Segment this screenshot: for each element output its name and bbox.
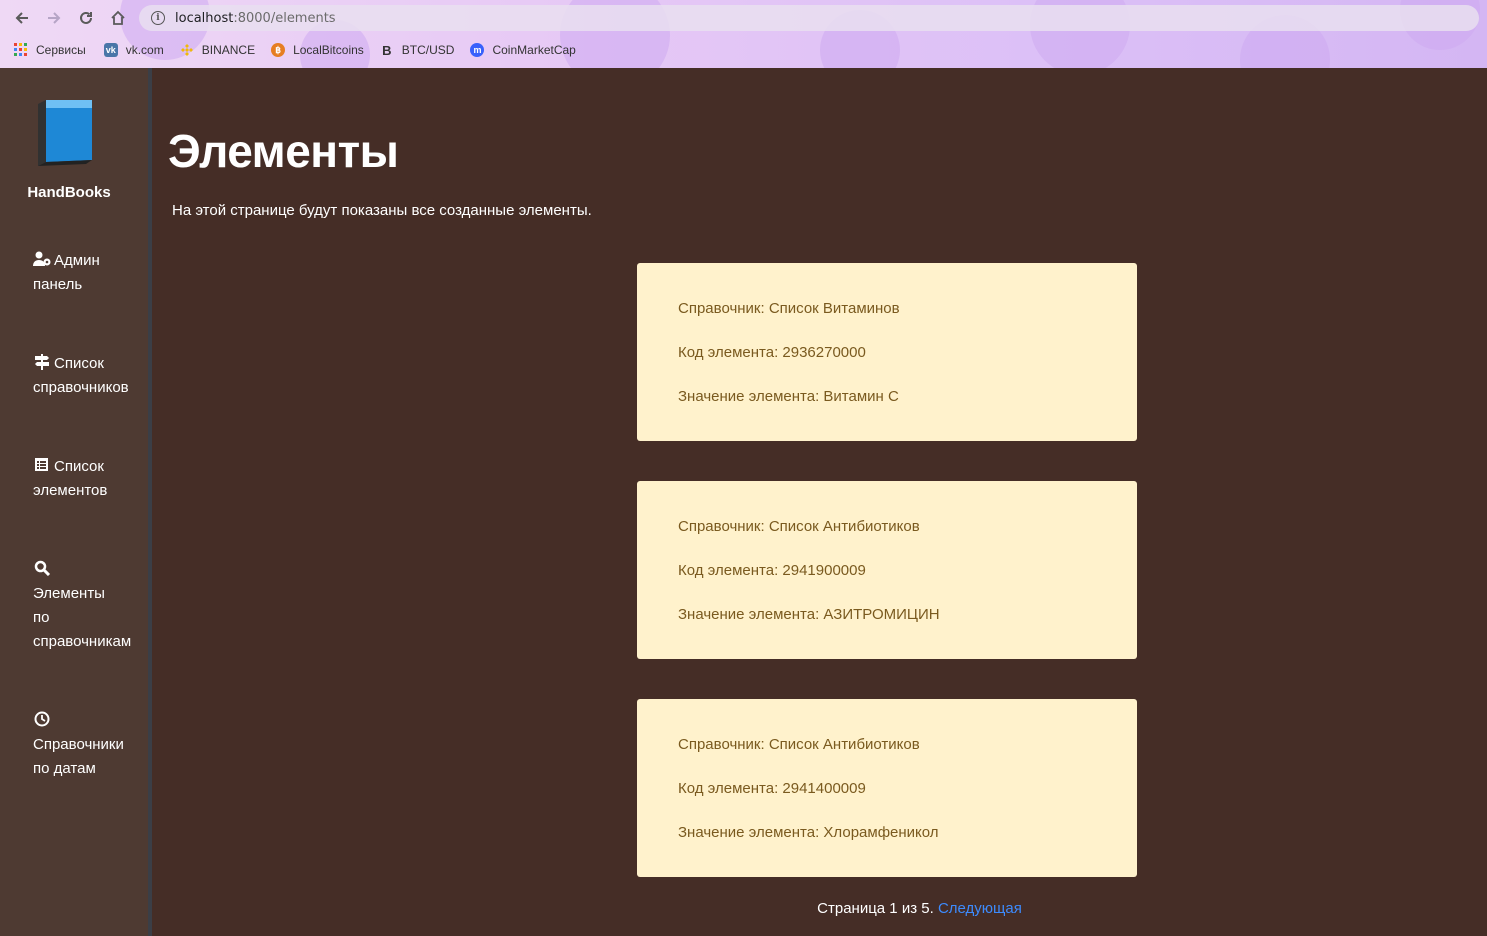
sidebar-item-label: Справочники bbox=[33, 736, 124, 753]
card-code: Код элемента: 2941400009 bbox=[678, 780, 866, 797]
info-icon[interactable]: i bbox=[151, 11, 165, 25]
card-handbook: Справочник: Список Витаминов bbox=[678, 300, 900, 317]
binance-icon bbox=[180, 43, 194, 57]
back-arrow-icon[interactable] bbox=[10, 6, 34, 30]
address-bar[interactable]: i localhost:8000/elements bbox=[139, 5, 1479, 31]
pagination: Страница 1 из 5. Следующая bbox=[152, 900, 1487, 917]
bookmark-label: CoinMarketCap bbox=[492, 43, 576, 57]
element-card: Справочник: Список Антибиотиков Код элем… bbox=[637, 481, 1137, 659]
sidebar-item-label: элементов bbox=[33, 482, 108, 499]
pagination-status: Страница 1 из 5. bbox=[817, 900, 934, 917]
card-code: Код элемента: 2941900009 bbox=[678, 562, 866, 579]
bookmark-label: LocalBitcoins bbox=[293, 43, 364, 57]
home-icon[interactable] bbox=[106, 6, 130, 30]
bookmark-localbitcoins[interactable]: ฿ LocalBitcoins bbox=[271, 43, 364, 57]
apps-grid-icon bbox=[14, 43, 28, 57]
list-alt-icon bbox=[35, 458, 48, 471]
sidebar-item-label: панель bbox=[33, 276, 83, 293]
bookmark-btcusd[interactable]: B BTC/USD bbox=[380, 42, 455, 58]
main-content: Элементы На этой странице будут показаны… bbox=[152, 68, 1487, 936]
bookmark-services[interactable]: Сервисы bbox=[14, 43, 86, 57]
bookmark-label: vk.com bbox=[125, 43, 164, 57]
sidebar-item-elements[interactable]: Список элементов bbox=[33, 455, 145, 503]
browser-chrome: i localhost:8000/elements Сервисы vk vk.… bbox=[0, 0, 1487, 68]
page-description: На этой странице будут показаны все созд… bbox=[172, 202, 592, 219]
search-icon bbox=[34, 560, 51, 576]
sidebar-item-label: справочников bbox=[33, 379, 129, 396]
page-title: Элементы bbox=[168, 125, 399, 177]
user-cog-icon bbox=[33, 251, 51, 266]
localbitcoins-icon: ฿ bbox=[271, 43, 286, 57]
element-card: Справочник: Список Антибиотиков Код элем… bbox=[637, 699, 1137, 877]
sidebar-item-elements-by-handbooks[interactable]: Элементы по справочникам bbox=[33, 558, 145, 654]
bitcoin-b-icon: B bbox=[382, 42, 392, 58]
card-handbook: Справочник: Список Антибиотиков bbox=[678, 518, 920, 535]
vk-icon: vk bbox=[103, 43, 118, 57]
bookmark-binance[interactable]: BINANCE bbox=[180, 43, 255, 57]
book-logo-icon bbox=[38, 100, 92, 166]
reload-icon[interactable] bbox=[74, 6, 98, 30]
signs-icon bbox=[35, 354, 49, 370]
bookmark-label: BINANCE bbox=[201, 43, 256, 57]
bookmark-label: BTC/USD bbox=[401, 43, 455, 57]
sidebar-item-label: Список bbox=[54, 458, 104, 475]
bookmark-label: Сервисы bbox=[36, 43, 86, 57]
sidebar-item-handbooks[interactable]: Список справочников bbox=[33, 352, 145, 400]
coinmarketcap-icon: m bbox=[470, 43, 485, 57]
card-handbook: Справочник: Список Антибиотиков bbox=[678, 736, 920, 753]
sidebar-item-label: Элементы bbox=[33, 585, 105, 602]
bookmark-vk[interactable]: vk vk.com bbox=[103, 43, 164, 57]
forward-arrow-icon[interactable] bbox=[42, 6, 66, 30]
sidebar-item-label: по bbox=[33, 609, 50, 626]
brand-name[interactable]: HandBooks bbox=[0, 184, 138, 201]
clock-icon bbox=[34, 711, 50, 727]
bookmark-coinmarketcap[interactable]: m CoinMarketCap bbox=[470, 43, 576, 57]
card-code: Код элемента: 2936270000 bbox=[678, 344, 866, 361]
sidebar-item-handbooks-by-date[interactable]: Справочники по датам bbox=[33, 709, 145, 781]
bookmarks-bar: Сервисы vk vk.com BINANCE ฿ LocalBitcoin… bbox=[0, 38, 1487, 62]
card-value: Значение элемента: АЗИТРОМИЦИН bbox=[678, 606, 940, 623]
next-page-link[interactable]: Следующая bbox=[938, 900, 1022, 917]
card-value: Значение элемента: Витамин С bbox=[678, 388, 899, 405]
sidebar-item-label: по датам bbox=[33, 760, 96, 777]
card-value: Значение элемента: Хлорамфеникол bbox=[678, 824, 939, 841]
sidebar: HandBooks Админ панель Список справочник… bbox=[0, 68, 152, 936]
browser-nav-row: i localhost:8000/elements bbox=[0, 0, 1487, 36]
sidebar-item-label: Список bbox=[54, 355, 104, 372]
sidebar-item-label: Админ bbox=[54, 252, 100, 269]
sidebar-item-label: справочникам bbox=[33, 633, 132, 650]
address-url[interactable]: localhost:8000/elements bbox=[175, 11, 336, 26]
sidebar-item-admin[interactable]: Админ панель bbox=[33, 249, 145, 297]
element-card: Справочник: Список Витаминов Код элемент… bbox=[637, 263, 1137, 441]
